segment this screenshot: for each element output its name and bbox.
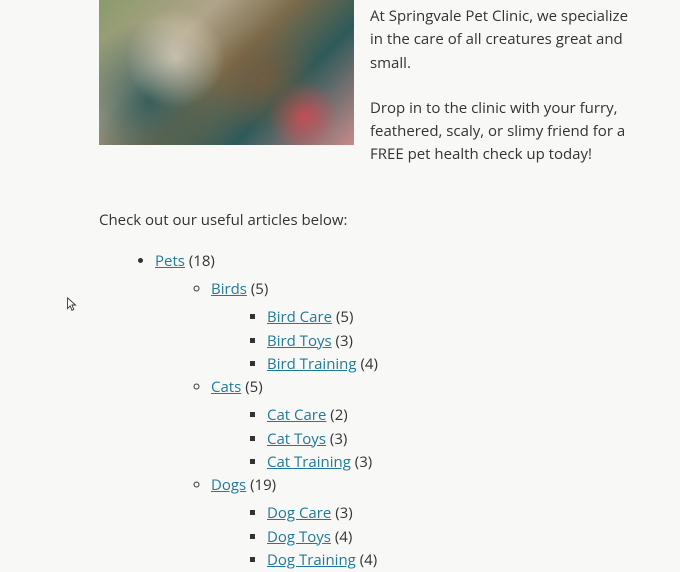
list-item: Dogs (19) Dog Care (3) Dog Toys (4) Dog … bbox=[211, 474, 640, 572]
link-dog-care[interactable]: Dog Care bbox=[267, 503, 331, 523]
list-item: Bird Training (4) bbox=[267, 353, 640, 376]
count: (4) bbox=[360, 354, 377, 374]
intro-paragraph-1: At Springvale Pet Clinic, we specialize … bbox=[370, 5, 640, 75]
count: (5) bbox=[336, 307, 353, 327]
page-content: At Springvale Pet Clinic, we specialize … bbox=[0, 0, 680, 572]
link-pets[interactable]: Pets bbox=[155, 251, 185, 271]
link-bird-care[interactable]: Bird Care bbox=[267, 307, 332, 327]
link-cat-care[interactable]: Cat Care bbox=[267, 405, 326, 425]
hero-row: At Springvale Pet Clinic, we specialize … bbox=[99, 0, 640, 189]
list-item: Cat Care (2) bbox=[267, 404, 640, 427]
link-cat-training[interactable]: Cat Training bbox=[267, 452, 351, 472]
count: (3) bbox=[335, 503, 352, 523]
link-cat-toys[interactable]: Cat Toys bbox=[267, 429, 326, 449]
list-item: Bird Toys (3) bbox=[267, 330, 640, 353]
link-dogs[interactable]: Dogs bbox=[211, 475, 246, 495]
count: (4) bbox=[360, 550, 377, 570]
link-bird-training[interactable]: Bird Training bbox=[267, 354, 357, 374]
count: (5) bbox=[245, 377, 262, 397]
count: (3) bbox=[336, 331, 353, 351]
count: (3) bbox=[355, 452, 372, 472]
link-cats[interactable]: Cats bbox=[211, 377, 241, 397]
intro-paragraph-2: Drop in to the clinic with your furry, f… bbox=[370, 97, 640, 167]
link-dog-training[interactable]: Dog Training bbox=[267, 550, 356, 570]
list-item: Birds (5) Bird Care (5) Bird Toys (3) Bi… bbox=[211, 278, 640, 376]
list-item: Pets (18) Birds (5) Bird Care (5) Bird T… bbox=[155, 250, 640, 572]
count: (18) bbox=[189, 251, 215, 271]
count: (4) bbox=[335, 527, 352, 547]
list-item: Dog Toys (4) bbox=[267, 526, 640, 549]
count: (3) bbox=[330, 429, 347, 449]
articles-intro: Check out our useful articles below: bbox=[99, 209, 640, 232]
list-item: Cat Training (3) bbox=[267, 451, 640, 474]
link-birds[interactable]: Birds bbox=[211, 279, 247, 299]
link-dog-toys[interactable]: Dog Toys bbox=[267, 527, 331, 547]
hero-image bbox=[99, 0, 354, 145]
category-list: Pets (18) Birds (5) Bird Care (5) Bird T… bbox=[99, 250, 640, 572]
list-item: Dog Training (4) bbox=[267, 549, 640, 572]
list-item: Cats (5) Cat Care (2) Cat Toys (3) Cat T… bbox=[211, 376, 640, 474]
hero-text: At Springvale Pet Clinic, we specialize … bbox=[370, 0, 640, 189]
list-item: Bird Care (5) bbox=[267, 306, 640, 329]
list-item: Cat Toys (3) bbox=[267, 428, 640, 451]
count: (5) bbox=[251, 279, 268, 299]
link-bird-toys[interactable]: Bird Toys bbox=[267, 331, 332, 351]
count: (19) bbox=[250, 475, 276, 495]
count: (2) bbox=[330, 405, 347, 425]
list-item: Dog Care (3) bbox=[267, 502, 640, 525]
